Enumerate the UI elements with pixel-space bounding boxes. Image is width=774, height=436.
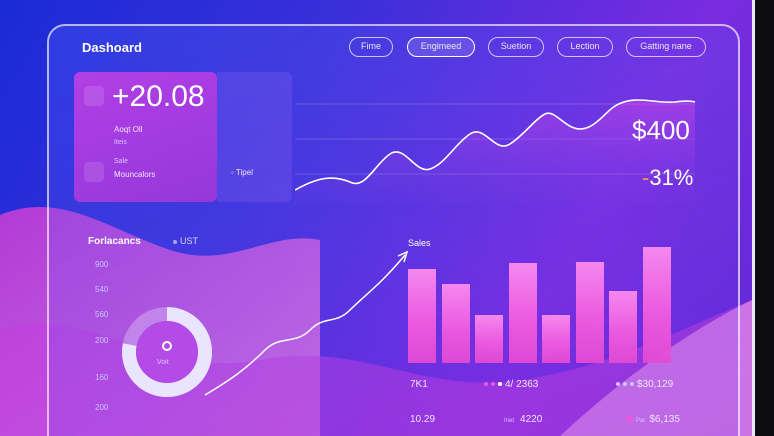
footer-right-2-text: $6,135 bbox=[649, 414, 680, 425]
axis-tick: 900 bbox=[95, 260, 109, 269]
bar[interactable] bbox=[408, 269, 436, 363]
page-title: Dashoard bbox=[82, 40, 142, 55]
kpi-line-2: Iteis bbox=[114, 139, 127, 146]
kpi-line-3: Sale bbox=[114, 158, 129, 165]
change-value: -31% bbox=[642, 165, 693, 191]
kpi-line-1: Aoqt Oll bbox=[114, 125, 143, 134]
footer-right-2-small: Par bbox=[636, 418, 646, 424]
side-panel-edge bbox=[752, 0, 774, 436]
bar[interactable] bbox=[542, 315, 570, 363]
footer-left-1: 7K1 bbox=[410, 379, 428, 390]
kpi-value: +20.08 bbox=[112, 80, 205, 113]
bar[interactable] bbox=[508, 263, 537, 363]
footer-mid-2: Inet 4220 bbox=[504, 414, 542, 425]
change-percent: 31% bbox=[649, 165, 694, 190]
bar[interactable] bbox=[575, 262, 604, 363]
bar[interactable] bbox=[475, 315, 503, 363]
footer-right-2: Par $6,135 bbox=[626, 414, 680, 425]
axis-tick: 200 bbox=[95, 336, 109, 345]
kpi-icon bbox=[84, 86, 104, 106]
bar[interactable] bbox=[441, 283, 470, 363]
bar-chart bbox=[408, 243, 698, 363]
tag-dot-icon bbox=[173, 239, 177, 244]
nav-tab-5[interactable]: Gatting nane bbox=[626, 37, 706, 57]
axis-tick: 540 bbox=[95, 285, 109, 294]
donut-label: Voit bbox=[157, 359, 169, 366]
nav-tab-1[interactable]: Fime bbox=[349, 37, 393, 57]
kpi-side-text: Tipel bbox=[235, 168, 253, 177]
section-tag-label: UST bbox=[180, 236, 198, 246]
nav-tab-2[interactable]: Engimeed bbox=[407, 37, 475, 57]
kpi-line-4: Mouncalors bbox=[114, 170, 156, 179]
bar[interactable] bbox=[642, 246, 671, 363]
footer-mid-1-text: 4/ 2363 bbox=[505, 379, 539, 390]
bar[interactable] bbox=[609, 291, 637, 363]
axis-tick: 200 bbox=[95, 403, 109, 412]
footer-mid-1: 4/ 2363 bbox=[484, 379, 538, 390]
kpi-icon-2 bbox=[84, 162, 104, 182]
donut-chart bbox=[122, 307, 212, 397]
axis-tick: 160 bbox=[95, 373, 109, 382]
nav-tab-3[interactable]: Suetion bbox=[488, 37, 544, 57]
price-value: $400 bbox=[632, 115, 690, 145]
nav-tab-4[interactable]: Lection bbox=[557, 37, 613, 57]
footer-left-2: 10.29 bbox=[410, 414, 436, 425]
footer-mid-2-small: Inet bbox=[504, 418, 515, 424]
footer-right-1-text: $30,129 bbox=[637, 379, 674, 390]
growth-line bbox=[204, 250, 409, 396]
footer-right-1: $30,129 bbox=[616, 379, 673, 390]
circle-icon: ◦ bbox=[231, 168, 234, 177]
footer-mid-2-text: 4220 bbox=[520, 414, 543, 425]
kpi-side-label: ◦ Tipel bbox=[231, 168, 253, 177]
kpi-card-side bbox=[217, 72, 292, 202]
section-title: Forlacancs bbox=[88, 236, 141, 247]
axis-tick: 560 bbox=[95, 310, 109, 319]
section-tag[interactable]: UST bbox=[173, 236, 198, 246]
